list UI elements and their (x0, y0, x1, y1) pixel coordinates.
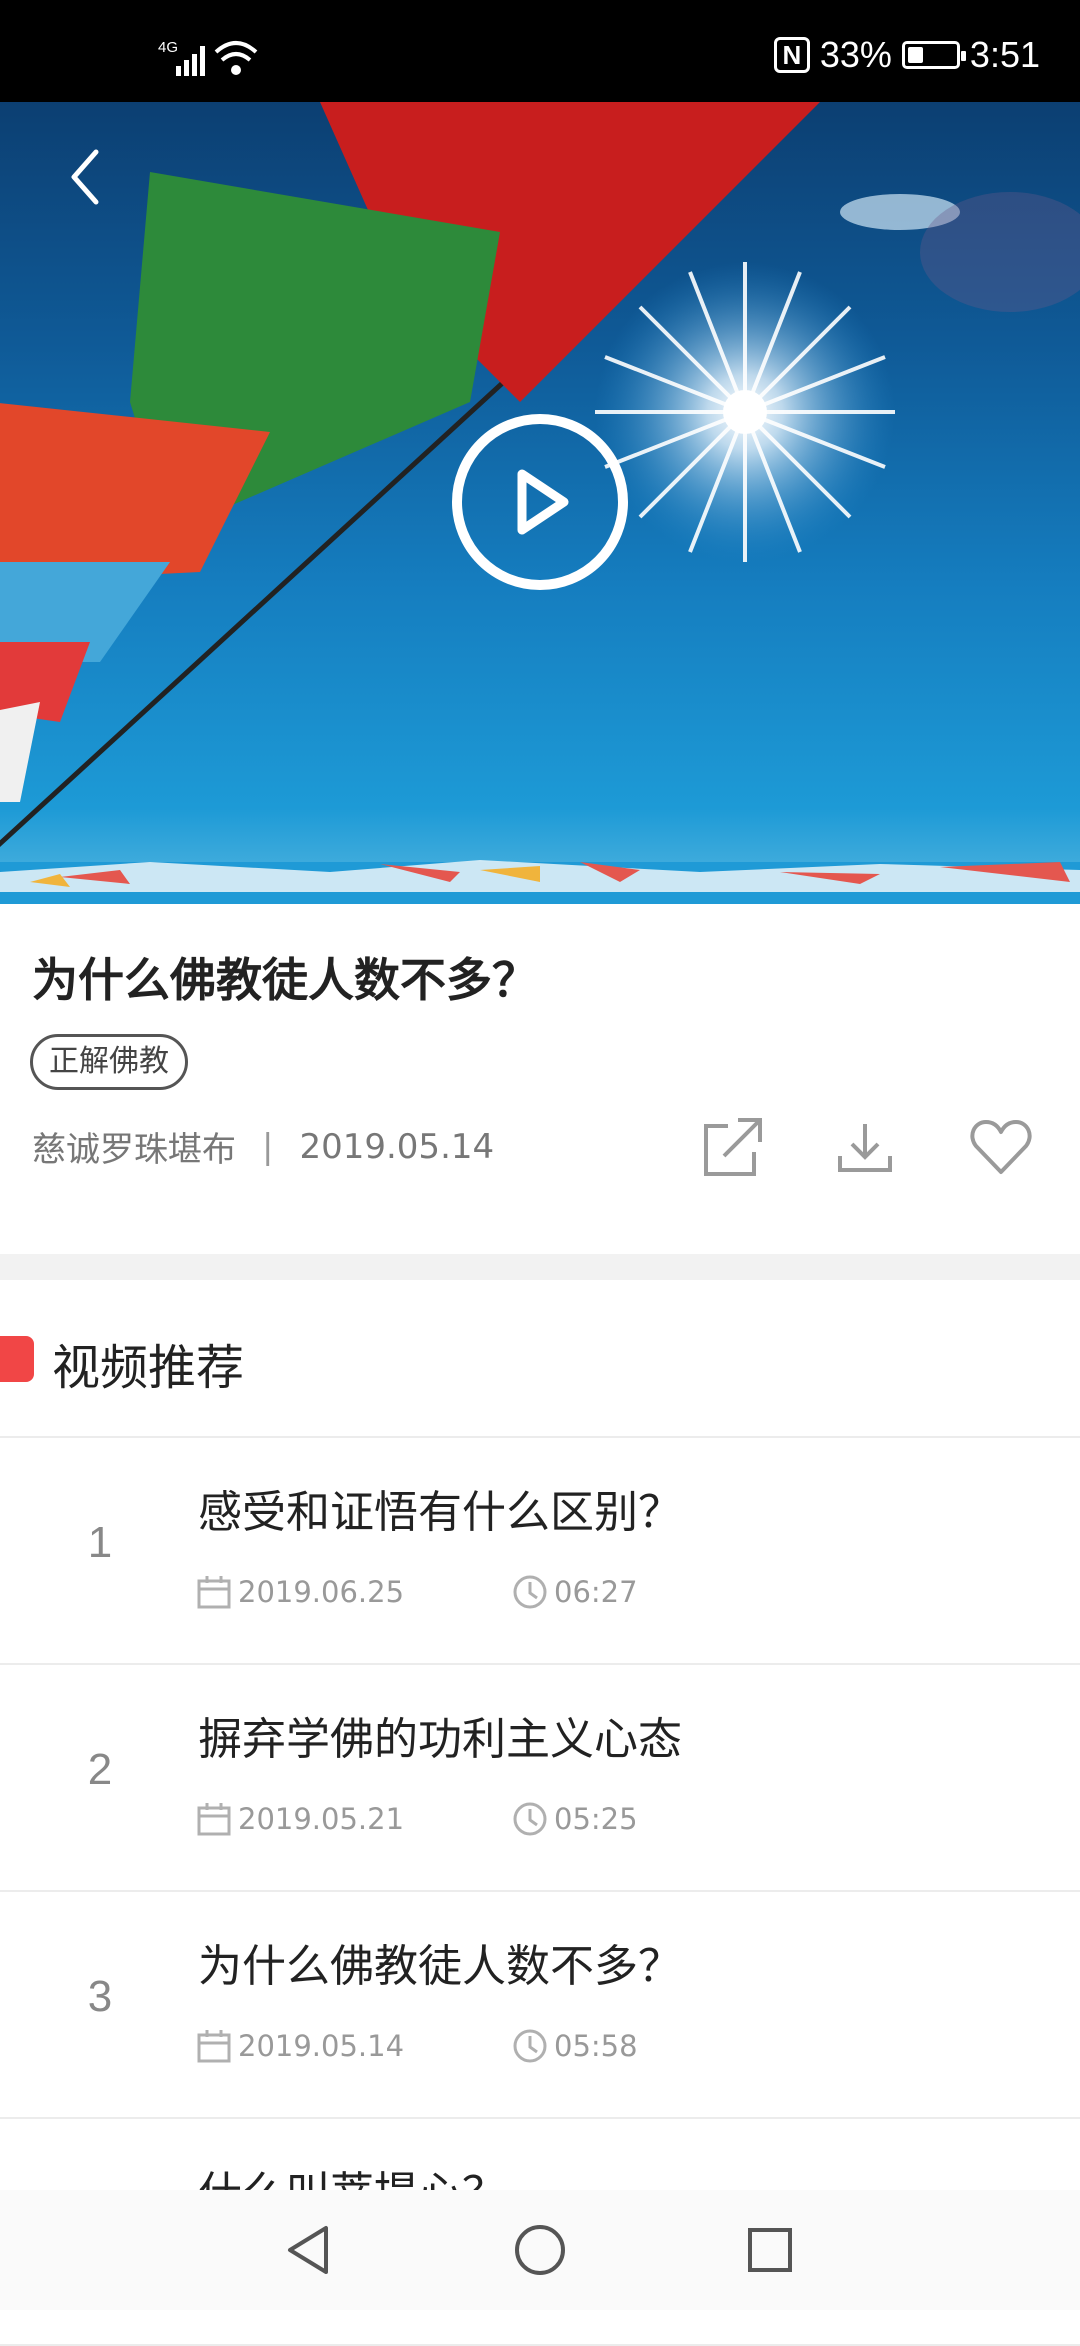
item-index: 3 (87, 1972, 113, 2021)
recommend-header: 视频推荐 (0, 1280, 1080, 1438)
category-tag[interactable]: 正解佛教 (30, 1034, 188, 1090)
publish-date: 2019.05.14 (299, 1126, 495, 1167)
item-title: 摒弃学佛的功利主义心态 (198, 1714, 682, 1765)
heart-icon (970, 1120, 1032, 1174)
battery-icon (901, 41, 966, 69)
signal-wifi-icon: 4G (158, 39, 258, 76)
back-icon (71, 149, 99, 205)
list-item[interactable]: 1 感受和证悟有什么区别？ 2019.06.25 06:27 (0, 1438, 1080, 1665)
nav-home-icon (515, 2225, 565, 2275)
clock-icon (513, 2029, 547, 2063)
play-icon (517, 469, 569, 535)
item-duration: 05:58 (512, 2028, 638, 2064)
battery-percent: 33% (819, 34, 892, 75)
calendar-icon (197, 1576, 231, 1609)
video-meta: 慈诚罗珠堪布 | 2019.05.14 (32, 1122, 494, 1171)
favorite-button[interactable] (966, 1112, 1036, 1182)
item-duration-text: 05:25 (554, 1802, 638, 1836)
network-label: 4G (158, 39, 178, 56)
share-icon (704, 1118, 762, 1176)
author-name: 慈诚罗珠堪布 (32, 1130, 236, 1170)
item-title: 为什么佛教徒人数不多？ (198, 1941, 682, 1992)
meta-separator: | (262, 1126, 274, 1167)
nfc-icon: N (773, 37, 810, 73)
item-title: 感受和证悟有什么区别？ (198, 1487, 682, 1538)
status-bar: 4G N 33% 3:51 (0, 0, 1080, 102)
item-index: 1 (87, 1518, 113, 1567)
nav-recent-icon (748, 2228, 792, 2272)
download-button[interactable] (830, 1112, 900, 1182)
item-date-text: 2019.06.25 (238, 1575, 405, 1609)
list-item[interactable]: 2 摒弃学佛的功利主义心态 2019.05.21 05:25 (0, 1665, 1080, 1892)
section-divider (0, 1254, 1080, 1280)
play-button[interactable] (452, 414, 628, 590)
item-date-text: 2019.05.14 (238, 2029, 405, 2063)
item-date: 2019.06.25 (196, 1574, 404, 1610)
system-nav-bar (0, 2190, 1080, 2310)
clock-icon (513, 1575, 547, 1609)
item-date: 2019.05.14 (196, 2028, 404, 2064)
clock-time: 3:51 (969, 34, 1040, 75)
nav-recent-button[interactable] (738, 2218, 802, 2282)
section-accent (0, 1336, 34, 1382)
calendar-icon (197, 2030, 231, 2063)
nav-home-button[interactable] (508, 2218, 572, 2282)
back-button[interactable] (58, 142, 118, 212)
video-player[interactable] (0, 102, 1080, 904)
video-title: 为什么佛教徒人数不多？ (32, 953, 538, 1007)
video-info: 为什么佛教徒人数不多？ 正解佛教 慈诚罗珠堪布 | 2019.05.14 (0, 904, 1080, 1254)
nav-back-icon (288, 2226, 328, 2274)
download-icon (838, 1124, 892, 1172)
calendar-icon (197, 1803, 231, 1836)
item-date: 2019.05.21 (196, 1801, 404, 1837)
item-duration: 05:25 (512, 1801, 638, 1837)
clock-icon (513, 1802, 547, 1836)
list-item[interactable]: 3 为什么佛教徒人数不多？ 2019.05.14 05:58 (0, 1892, 1080, 2119)
recommend-title: 视频推荐 (52, 1340, 245, 1396)
item-index: 2 (87, 1745, 113, 1794)
item-date-text: 2019.05.21 (238, 1802, 405, 1836)
item-duration: 06:27 (512, 1574, 638, 1610)
share-button[interactable] (698, 1112, 768, 1182)
item-duration-text: 06:27 (554, 1575, 638, 1609)
nav-back-button[interactable] (278, 2218, 342, 2282)
item-duration-text: 05:58 (554, 2029, 638, 2063)
